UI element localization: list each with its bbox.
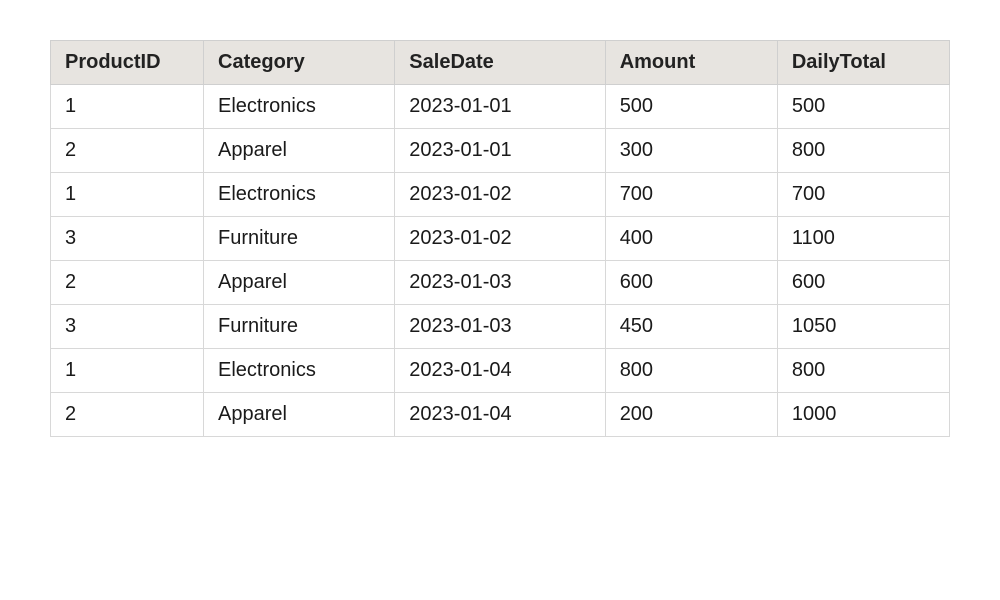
cell-saledate: 2023-01-01 (395, 85, 605, 129)
cell-dailytotal: 1100 (777, 217, 949, 261)
cell-productid: 2 (51, 393, 204, 437)
header-dailytotal: DailyTotal (777, 41, 949, 85)
cell-productid: 3 (51, 305, 204, 349)
cell-productid: 1 (51, 349, 204, 393)
cell-saledate: 2023-01-02 (395, 173, 605, 217)
table-row: 1 Electronics 2023-01-04 800 800 (51, 349, 950, 393)
cell-saledate: 2023-01-01 (395, 129, 605, 173)
table-row: 3 Furniture 2023-01-03 450 1050 (51, 305, 950, 349)
cell-category: Apparel (204, 129, 395, 173)
cell-productid: 3 (51, 217, 204, 261)
cell-productid: 1 (51, 173, 204, 217)
cell-dailytotal: 1000 (777, 393, 949, 437)
table-header-row: ProductID Category SaleDate Amount Daily… (51, 41, 950, 85)
cell-productid: 2 (51, 261, 204, 305)
header-amount: Amount (605, 41, 777, 85)
cell-productid: 1 (51, 85, 204, 129)
header-saledate: SaleDate (395, 41, 605, 85)
cell-productid: 2 (51, 129, 204, 173)
cell-saledate: 2023-01-04 (395, 393, 605, 437)
cell-dailytotal: 600 (777, 261, 949, 305)
cell-dailytotal: 800 (777, 349, 949, 393)
cell-category: Furniture (204, 305, 395, 349)
cell-category: Apparel (204, 393, 395, 437)
cell-saledate: 2023-01-04 (395, 349, 605, 393)
cell-amount: 300 (605, 129, 777, 173)
cell-dailytotal: 1050 (777, 305, 949, 349)
cell-amount: 600 (605, 261, 777, 305)
table-row: 1 Electronics 2023-01-01 500 500 (51, 85, 950, 129)
header-category: Category (204, 41, 395, 85)
cell-amount: 700 (605, 173, 777, 217)
header-productid: ProductID (51, 41, 204, 85)
cell-category: Electronics (204, 85, 395, 129)
cell-amount: 500 (605, 85, 777, 129)
cell-dailytotal: 500 (777, 85, 949, 129)
table-row: 2 Apparel 2023-01-01 300 800 (51, 129, 950, 173)
cell-amount: 400 (605, 217, 777, 261)
cell-amount: 450 (605, 305, 777, 349)
table-row: 1 Electronics 2023-01-02 700 700 (51, 173, 950, 217)
table-row: 2 Apparel 2023-01-04 200 1000 (51, 393, 950, 437)
cell-saledate: 2023-01-03 (395, 261, 605, 305)
sales-table: ProductID Category SaleDate Amount Daily… (50, 40, 950, 437)
cell-saledate: 2023-01-03 (395, 305, 605, 349)
cell-amount: 200 (605, 393, 777, 437)
cell-category: Apparel (204, 261, 395, 305)
cell-category: Electronics (204, 349, 395, 393)
cell-category: Furniture (204, 217, 395, 261)
table-row: 3 Furniture 2023-01-02 400 1100 (51, 217, 950, 261)
cell-dailytotal: 800 (777, 129, 949, 173)
table-row: 2 Apparel 2023-01-03 600 600 (51, 261, 950, 305)
cell-dailytotal: 700 (777, 173, 949, 217)
cell-category: Electronics (204, 173, 395, 217)
cell-saledate: 2023-01-02 (395, 217, 605, 261)
cell-amount: 800 (605, 349, 777, 393)
